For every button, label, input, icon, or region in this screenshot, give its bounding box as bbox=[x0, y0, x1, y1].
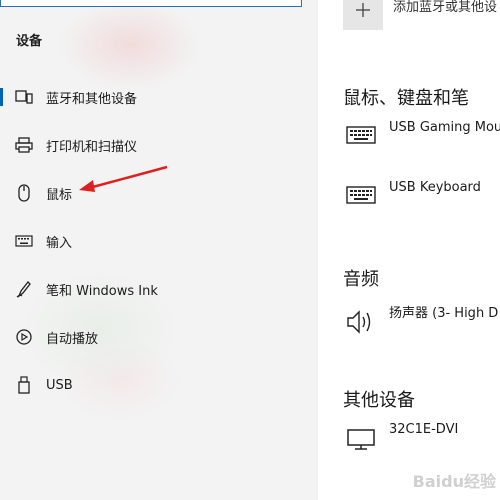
keyboard-icon bbox=[14, 231, 34, 251]
device-item[interactable]: USB Gaming Mous bbox=[343, 120, 500, 160]
device-name: 扬声器 (3- High D bbox=[389, 306, 499, 321]
sidebar-item-label: 蓝牙和其他设备 bbox=[46, 91, 138, 107]
sidebar-item-usb[interactable]: USB bbox=[0, 363, 318, 407]
keyboard-icon bbox=[343, 120, 379, 150]
sidebar-item-typing[interactable]: 输入 bbox=[0, 219, 318, 263]
bluetooth-devices-icon bbox=[14, 87, 34, 107]
device-item[interactable]: 扬声器 (3- High D bbox=[343, 302, 500, 342]
usb-icon bbox=[14, 375, 34, 395]
keyboard-icon bbox=[343, 180, 379, 210]
sidebar-item-label: 输入 bbox=[46, 235, 73, 251]
sidebar-item-label: 打印机和扫描仪 bbox=[46, 139, 138, 155]
pen-icon bbox=[14, 279, 34, 299]
device-name: USB Keyboard bbox=[389, 180, 481, 195]
search-input[interactable] bbox=[0, 0, 302, 7]
sidebar-item-label: 鼠标 bbox=[46, 187, 73, 203]
group-title-other-devices: 其他设备 bbox=[343, 390, 415, 411]
sidebar-item-label: 自动播放 bbox=[46, 331, 99, 347]
sidebar-item-pen[interactable]: 笔和 Windows Ink bbox=[0, 267, 318, 311]
sidebar: 设备 蓝牙和其他设备 打印机和扫描仪 鼠标 输入 笔和 Windows Ink bbox=[0, 0, 318, 500]
sidebar-item-printers[interactable]: 打印机和扫描仪 bbox=[0, 123, 318, 167]
group-title-input-devices: 鼠标、键盘和笔 bbox=[343, 88, 469, 109]
printer-icon bbox=[14, 135, 34, 155]
plus-icon bbox=[356, 3, 370, 17]
sidebar-item-label: USB bbox=[46, 377, 73, 393]
add-device-button[interactable] bbox=[343, 0, 383, 30]
group-title-audio: 音频 bbox=[343, 269, 379, 290]
device-name: USB Gaming Mous bbox=[389, 120, 500, 135]
active-indicator bbox=[0, 88, 3, 106]
sidebar-item-autoplay[interactable]: 自动播放 bbox=[0, 315, 318, 359]
sidebar-item-label: 笔和 Windows Ink bbox=[46, 283, 158, 299]
speaker-icon bbox=[343, 307, 379, 337]
add-device-label: 添加蓝牙或其他设 bbox=[393, 0, 498, 15]
main-content: 添加蓝牙或其他设 鼠标、键盘和笔 USB Gaming Mous USB Key… bbox=[318, 0, 500, 500]
mouse-icon bbox=[14, 183, 34, 203]
device-item[interactable]: 32C1E-DVI bbox=[343, 422, 500, 462]
section-title: 设备 bbox=[16, 34, 43, 49]
watermark: Baidu经验 bbox=[412, 472, 496, 491]
monitor-icon bbox=[343, 424, 379, 454]
autoplay-icon bbox=[14, 327, 34, 347]
sidebar-item-bluetooth[interactable]: 蓝牙和其他设备 bbox=[0, 75, 318, 119]
device-name: 32C1E-DVI bbox=[389, 422, 459, 437]
annotation-arrow bbox=[79, 165, 168, 192]
device-item[interactable]: USB Keyboard bbox=[343, 180, 500, 220]
